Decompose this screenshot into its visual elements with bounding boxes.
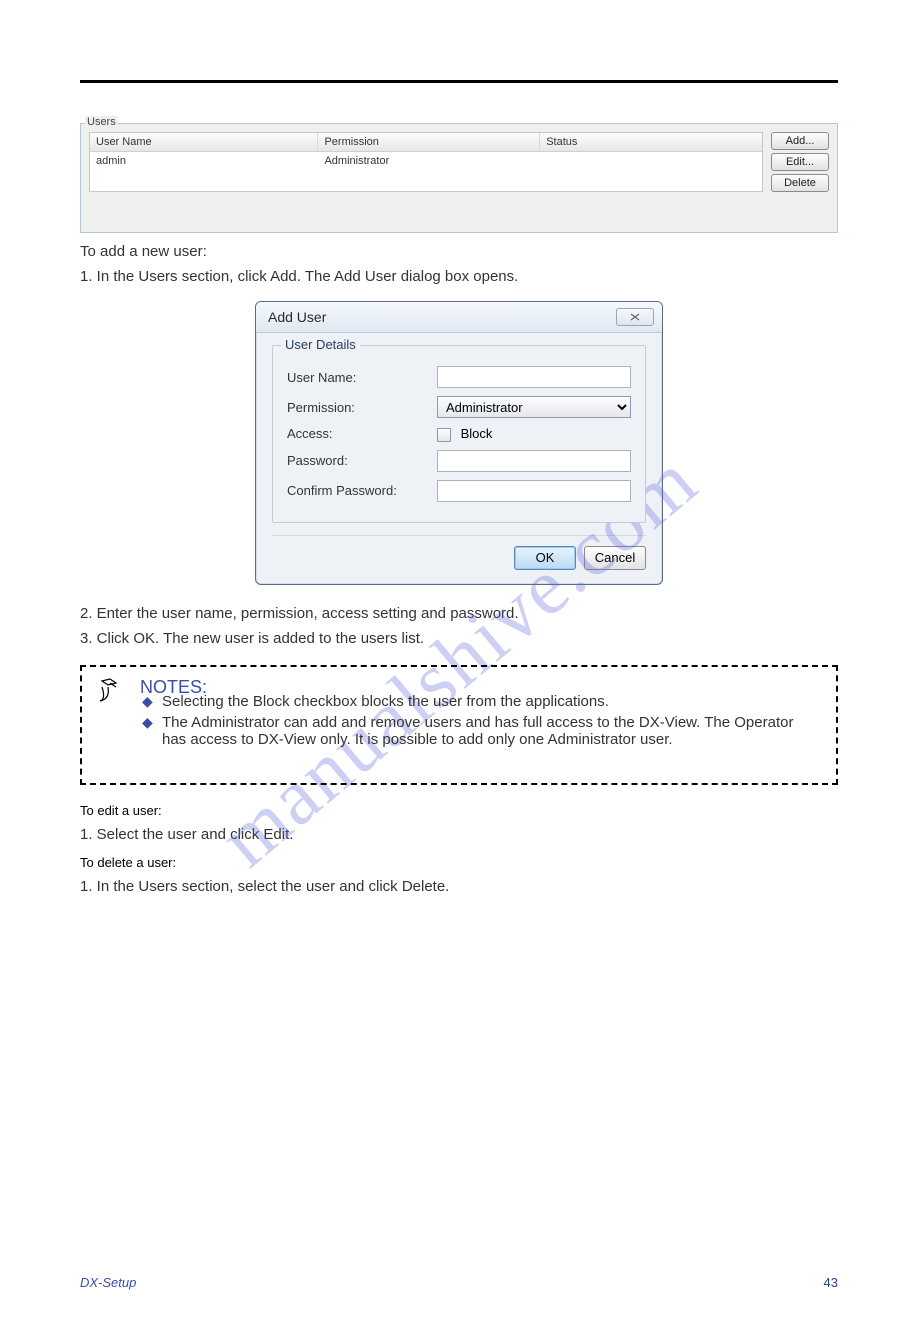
- access-label: Access:: [287, 426, 437, 441]
- cancel-button[interactable]: Cancel: [584, 546, 646, 570]
- note-box: NOTES: ◆ Selecting the Block checkbox bl…: [80, 665, 838, 785]
- block-checkbox[interactable]: [437, 428, 451, 442]
- add-button[interactable]: Add...: [771, 132, 829, 150]
- users-table-header: User Name Permission Status: [90, 133, 762, 152]
- page-footer: DX-Setup 43: [80, 1275, 838, 1290]
- permission-label: Permission:: [287, 400, 437, 415]
- confirm-password-input[interactable]: [437, 480, 631, 502]
- close-icon[interactable]: [616, 308, 654, 326]
- note-text: The Administrator can add and remove use…: [162, 714, 818, 748]
- permission-select[interactable]: Administrator: [437, 396, 631, 418]
- edit-user-intro: To edit a user:: [80, 803, 838, 818]
- edit-user-step1: 1. Select the user and click Edit.: [80, 826, 838, 843]
- dialog-title: Add User: [268, 309, 326, 325]
- edit-button[interactable]: Edit...: [771, 153, 829, 171]
- table-row[interactable]: admin Administrator: [90, 152, 762, 170]
- block-label: Block: [461, 426, 493, 441]
- add-user-step3: 3. Click OK. The new user is added to th…: [80, 630, 838, 647]
- cell-username: admin: [90, 152, 318, 170]
- note-text: Selecting the Block checkbox blocks the …: [162, 693, 609, 710]
- confirm-password-label: Confirm Password:: [287, 483, 437, 498]
- delete-user-intro: To delete a user:: [80, 855, 838, 870]
- footer-page-number: 43: [824, 1275, 838, 1290]
- dialog-titlebar[interactable]: Add User: [256, 302, 662, 333]
- note-title: NOTES:: [140, 677, 207, 698]
- delete-button[interactable]: Delete: [771, 174, 829, 192]
- user-details-legend: User Details: [281, 337, 360, 352]
- add-user-step2: 2. Enter the user name, permission, acce…: [80, 605, 838, 622]
- add-user-step1: 1. In the Users section, click Add. The …: [80, 268, 838, 285]
- header-rule: [80, 80, 838, 83]
- col-username[interactable]: User Name: [90, 133, 318, 151]
- add-user-dialog: Add User User Details User Name: Permiss…: [255, 301, 663, 585]
- password-input[interactable]: [437, 450, 631, 472]
- footer-section: DX-Setup: [80, 1275, 136, 1290]
- user-details-groupbox: User Details User Name: Permission: Admi…: [272, 345, 646, 523]
- col-permission[interactable]: Permission: [318, 133, 540, 151]
- add-user-intro: To add a new user:: [80, 243, 838, 260]
- users-legend: Users: [85, 116, 118, 128]
- note-item: ◆ Selecting the Block checkbox blocks th…: [142, 693, 818, 710]
- bullet-icon: ◆: [142, 714, 154, 748]
- note-icon: [96, 677, 130, 707]
- username-input[interactable]: [437, 366, 631, 388]
- col-status[interactable]: Status: [540, 133, 762, 151]
- delete-user-step1: 1. In the Users section, select the user…: [80, 878, 838, 895]
- note-item: ◆ The Administrator can add and remove u…: [142, 714, 818, 748]
- ok-button[interactable]: OK: [514, 546, 576, 570]
- password-label: Password:: [287, 453, 437, 468]
- users-groupbox: Users User Name Permission Status admin …: [80, 123, 838, 233]
- cell-permission: Administrator: [318, 152, 540, 170]
- username-label: User Name:: [287, 370, 437, 385]
- users-table[interactable]: User Name Permission Status admin Admini…: [89, 132, 763, 192]
- cell-status: [540, 152, 762, 170]
